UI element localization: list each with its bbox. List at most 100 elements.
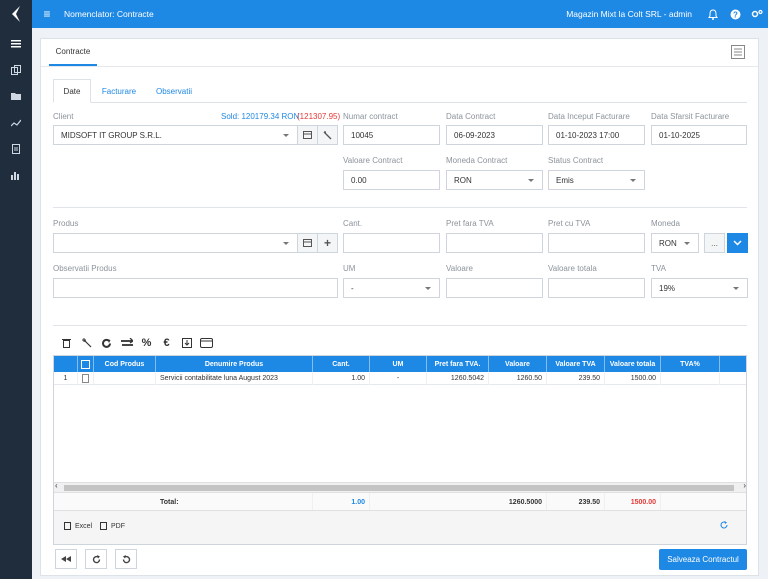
file-icon: [100, 522, 107, 530]
trash-icon[interactable]: [57, 334, 76, 352]
euro-icon[interactable]: €: [157, 334, 176, 352]
cant-label: Cant.: [343, 219, 363, 228]
um-label: UM: [343, 264, 356, 273]
header-pret[interactable]: Pret fara TVA.: [427, 356, 489, 372]
client-label: Client: [53, 112, 74, 121]
export-pdf-label: PDF: [111, 522, 125, 530]
history-button[interactable]: [115, 549, 137, 569]
percent-icon[interactable]: %: [137, 334, 156, 352]
header-extra: [720, 356, 746, 372]
expand-button[interactable]: [727, 233, 748, 253]
total-cant: 1.00: [313, 493, 370, 511]
row-checkbox[interactable]: [78, 372, 94, 385]
numar-contract-input[interactable]: 10045: [343, 125, 440, 145]
header-denumire[interactable]: Denumire Produs: [156, 356, 313, 372]
magic-wand-icon[interactable]: [77, 334, 96, 352]
add-produs-button[interactable]: +: [317, 233, 338, 253]
export-excel[interactable]: Excel: [64, 522, 92, 530]
edit-client-button[interactable]: [317, 125, 338, 145]
valoare-contract-input[interactable]: 0.00: [343, 170, 440, 190]
sidebar: [0, 0, 32, 579]
grid-totals: Total: 1.00 1260.5000 239.50 1500.00: [54, 492, 746, 511]
data-inceput-label: Data Inceput Facturare: [548, 112, 630, 121]
file-icon: [64, 522, 71, 530]
produs-select[interactable]: [53, 233, 298, 253]
pret-fara-input[interactable]: [446, 233, 543, 253]
header-rownum: [54, 356, 78, 372]
um-select[interactable]: -: [343, 278, 440, 298]
cell-um: -: [370, 372, 427, 385]
grid-footer: Excel PDF: [54, 510, 746, 544]
header-valoare-totala[interactable]: Valoare totala: [605, 356, 661, 372]
reload-button[interactable]: [85, 549, 107, 569]
download-box-icon[interactable]: [177, 334, 196, 352]
company-user-label[interactable]: Magazin Mixt la Colt SRL - admin: [566, 9, 692, 19]
more-options-button[interactable]: ...: [704, 233, 725, 253]
status-contract-select[interactable]: Emis: [548, 170, 645, 190]
observatii-produs-input[interactable]: [53, 278, 338, 298]
save-contract-button[interactable]: Salveaza Contractul: [659, 549, 747, 570]
row-number: 1: [54, 372, 78, 385]
tva-select[interactable]: 19%: [651, 278, 748, 298]
header-select-all[interactable]: [78, 356, 94, 372]
tva-label: TVA: [651, 264, 666, 273]
contract-card: Contracte Date Facturare Observatii Clie…: [40, 38, 759, 576]
export-pdf[interactable]: PDF: [100, 522, 125, 530]
export-excel-label: Excel: [75, 522, 93, 530]
help-icon[interactable]: ?: [724, 9, 746, 20]
back-button[interactable]: [55, 549, 77, 569]
folder-icon[interactable]: [0, 85, 32, 107]
total-valoare-tva: 239.50: [547, 493, 605, 511]
numar-contract-label: Numar contract: [343, 112, 398, 121]
grid-refresh-icon[interactable]: [720, 521, 728, 531]
header-valoare-tva[interactable]: Valoare TVA: [547, 356, 605, 372]
scroll-left-icon[interactable]: ‹: [55, 481, 58, 490]
tab-observatii[interactable]: Observatii: [149, 79, 199, 103]
scrollbar-thumb[interactable]: [64, 485, 734, 491]
header-um[interactable]: UM: [370, 356, 427, 372]
table-row[interactable]: 1 Servicii contabilitate luna August 202…: [54, 372, 746, 385]
document-icon[interactable]: [0, 138, 32, 160]
exchange-icon[interactable]: [117, 334, 136, 352]
chart-line-icon[interactable]: [0, 112, 32, 134]
copy-icon[interactable]: [0, 59, 32, 81]
horizontal-scrollbar[interactable]: ‹ ›: [54, 481, 746, 492]
hamburger-menu-icon[interactable]: ≡: [36, 7, 58, 21]
pret-cu-input[interactable]: [548, 233, 645, 253]
header-valoare[interactable]: Valoare: [489, 356, 547, 372]
products-grid: Cod Produs Denumire Produs Cant. UM Pret…: [53, 355, 747, 545]
moneda-select[interactable]: RON: [651, 233, 699, 253]
header-cant[interactable]: Cant.: [313, 356, 370, 372]
settings-icon[interactable]: [746, 9, 768, 19]
refresh-icon[interactable]: [97, 334, 116, 352]
valoare-input[interactable]: [446, 278, 543, 298]
produs-card-button[interactable]: [297, 233, 318, 253]
app-logo[interactable]: [0, 0, 32, 28]
data-sfarsit-input[interactable]: 01-10-2025: [651, 125, 747, 145]
observatii-produs-label: Observatii Produs: [53, 264, 117, 273]
bar-chart-icon[interactable]: [0, 165, 32, 187]
moneda-contract-select[interactable]: RON: [446, 170, 543, 190]
valoare-totala-input[interactable]: [548, 278, 645, 298]
tab-contracte[interactable]: Contracte: [49, 39, 97, 66]
tab-facturare[interactable]: Facturare: [97, 79, 141, 103]
list-icon[interactable]: [0, 33, 32, 55]
scroll-right-icon[interactable]: ›: [743, 481, 746, 490]
cell-valoare-totala: 1500.00: [605, 372, 661, 385]
client-select[interactable]: MIDSOFT IT GROUP S.R.L.: [53, 125, 298, 145]
produs-label: Produs: [53, 219, 79, 228]
tab-date[interactable]: Date: [53, 79, 91, 103]
window-icon[interactable]: [197, 334, 216, 352]
header-cod-produs[interactable]: Cod Produs: [94, 356, 156, 372]
data-inceput-input[interactable]: 01-10-2023 17:00: [548, 125, 645, 145]
list-view-icon[interactable]: [731, 45, 745, 61]
cant-input[interactable]: [343, 233, 440, 253]
valoare-label: Valoare: [446, 264, 473, 273]
moneda-contract-label: Moneda Contract: [446, 156, 508, 165]
calendar-card-button[interactable]: [297, 125, 318, 145]
sub-tabs: Date Facturare Observatii: [53, 79, 747, 103]
data-contract-input[interactable]: 06-09-2023: [446, 125, 543, 145]
header-tva-pct[interactable]: TVA%: [661, 356, 720, 372]
bell-icon[interactable]: [702, 8, 724, 20]
cell-denumire: Servicii contabilitate luna August 2023: [156, 372, 313, 385]
